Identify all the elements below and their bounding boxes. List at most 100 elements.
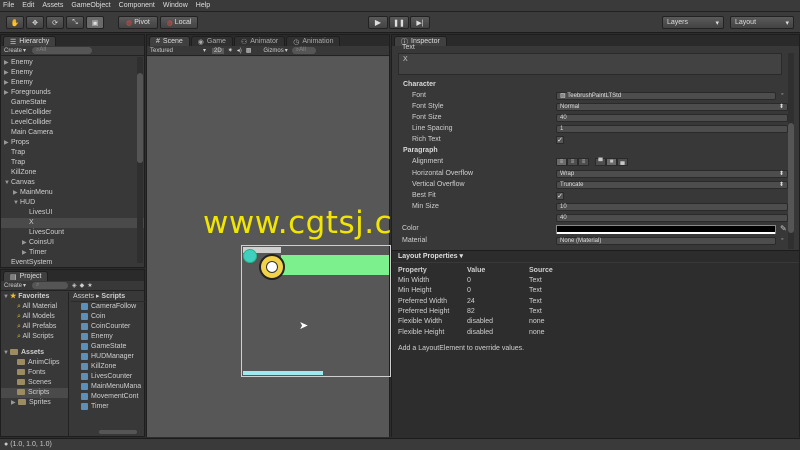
align-center-icon[interactable]: ≡: [567, 158, 578, 166]
pivot-toggle[interactable]: ◍ Pivot: [118, 16, 158, 29]
hierarchy-item[interactable]: ▶ Foregrounds: [1, 88, 144, 98]
hierarchy-item[interactable]: X: [1, 218, 144, 228]
menu-file[interactable]: File: [3, 2, 14, 9]
hierarchy-item[interactable]: GameState: [1, 98, 144, 108]
lighting-icon[interactable]: ✷: [228, 47, 233, 54]
hierarchy-item[interactable]: ▼Canvas: [1, 178, 144, 188]
hierarchy-scroll-thumb[interactable]: [137, 73, 143, 163]
hand-tool-button[interactable]: ✋: [6, 16, 24, 29]
menu-component[interactable]: Component: [119, 2, 155, 9]
play-button[interactable]: ▶: [368, 16, 388, 29]
project-search-input[interactable]: ⌕: [32, 282, 69, 289]
mode-2d-toggle[interactable]: 2D: [212, 47, 224, 54]
text-value-area[interactable]: X: [398, 53, 782, 75]
hierarchy-item[interactable]: Trap: [1, 158, 144, 168]
folder-item[interactable]: Scripts: [1, 388, 68, 398]
layout-properties-header[interactable]: Layout Properties ▾: [392, 250, 799, 262]
local-toggle[interactable]: ◍ Local: [160, 16, 198, 29]
script-item[interactable]: CameraFollow: [71, 302, 145, 312]
script-item[interactable]: LivesCounter: [71, 372, 145, 382]
breadcrumb-assets[interactable]: Assets: [73, 293, 94, 300]
hierarchy-item[interactable]: LivesCount: [1, 228, 144, 238]
hierarchy-item[interactable]: LivesUI: [1, 208, 144, 218]
inspector-scroll-thumb[interactable]: [788, 123, 794, 233]
favorite-item[interactable]: ⌕ All Scripts: [1, 332, 68, 342]
hierarchy-item[interactable]: KillZone: [1, 168, 144, 178]
font-size-field[interactable]: 40: [556, 114, 788, 122]
effects-icon[interactable]: ▩: [246, 47, 252, 54]
hierarchy-item[interactable]: Main Camera: [1, 128, 144, 138]
script-item[interactable]: MainMenuMana: [71, 382, 145, 392]
best-fit-checkbox[interactable]: ✓: [556, 192, 564, 200]
hierarchy-item[interactable]: ▶ MainMenu: [1, 188, 144, 198]
align-left-icon[interactable]: ≡: [556, 158, 567, 166]
object-picker-icon[interactable]: ◦: [781, 236, 783, 243]
menu-window[interactable]: Window: [163, 2, 188, 9]
hierarchy-item[interactable]: ▼HUD: [1, 198, 144, 208]
menu-gameobject[interactable]: GameObject: [71, 2, 110, 9]
rotate-tool-button[interactable]: ⟳: [46, 16, 64, 29]
hierarchy-item[interactable]: EventSystem: [1, 258, 144, 268]
rect-tool-button[interactable]: ▣: [86, 16, 104, 29]
favorite-item[interactable]: ⌕ All Prefabs: [1, 322, 68, 332]
folder-item[interactable]: ▶ Sprites: [1, 398, 68, 408]
menu-edit[interactable]: Edit: [22, 2, 34, 9]
hierarchy-item[interactable]: ▶ Timer: [1, 248, 144, 258]
status-bar[interactable]: ● (1.0, 1.0, 1.0): [0, 438, 800, 450]
tab-scene[interactable]: # Scene: [149, 36, 190, 46]
script-item[interactable]: Coin: [71, 312, 145, 322]
script-item[interactable]: CoinCounter: [71, 322, 145, 332]
hierarchy-item[interactable]: LevelCollider: [1, 108, 144, 118]
filter-label-icon[interactable]: ◆: [80, 282, 85, 289]
shading-mode-dropdown[interactable]: Textured: [150, 48, 173, 54]
font-style-dropdown[interactable]: Normal ⬍: [556, 103, 788, 111]
folder-item[interactable]: Fonts: [1, 368, 68, 378]
hierarchy-search-input[interactable]: ⌕All: [32, 47, 93, 54]
max-size-field[interactable]: 40: [556, 214, 788, 222]
menu-assets[interactable]: Assets: [42, 2, 63, 9]
scene-viewport[interactable]: ➤ www.cgtsj.com: [147, 57, 442, 437]
script-item[interactable]: Timer: [71, 402, 145, 412]
menu-help[interactable]: Help: [196, 2, 210, 9]
object-picker-icon[interactable]: ◦: [781, 91, 783, 98]
tab-animation[interactable]: ◷ Animation: [286, 36, 341, 46]
color-swatch[interactable]: [556, 225, 776, 234]
align-middle-icon[interactable]: ■: [606, 158, 617, 166]
favorite-item[interactable]: ⌕ All Models: [1, 312, 68, 322]
assets-header[interactable]: ▼ Assets: [1, 348, 68, 358]
hierarchy-item[interactable]: ▶ CoinsUI: [1, 238, 144, 248]
font-field[interactable]: ▨ TeebrushPaintLTStd: [556, 92, 776, 100]
zoom-slider[interactable]: [99, 430, 137, 434]
favorite-item[interactable]: ⌕ All Material: [1, 302, 68, 312]
breadcrumb-scripts[interactable]: Scripts: [101, 293, 125, 300]
hierarchy-item[interactable]: ▶ Props: [1, 138, 144, 148]
layout-dropdown[interactable]: Layout ▾: [730, 16, 794, 29]
align-bottom-icon[interactable]: ▄: [617, 158, 628, 166]
tab-project[interactable]: ▤ Project: [3, 271, 49, 281]
folder-item[interactable]: Scenes: [1, 378, 68, 388]
hierarchy-item[interactable]: ▶ Enemy: [1, 58, 144, 68]
align-top-icon[interactable]: ▀: [595, 158, 606, 166]
eyedropper-icon[interactable]: ✎: [780, 224, 787, 233]
move-tool-button[interactable]: ✥: [26, 16, 44, 29]
favorites-header[interactable]: ▼★ Favorites: [1, 292, 68, 302]
hierarchy-item[interactable]: LevelCollider: [1, 118, 144, 128]
layers-dropdown[interactable]: Layers ▾: [662, 16, 724, 29]
script-item[interactable]: MovementCont: [71, 392, 145, 402]
v-overflow-dropdown[interactable]: Truncate ⬍: [556, 181, 788, 189]
script-item[interactable]: KillZone: [71, 362, 145, 372]
line-spacing-field[interactable]: 1: [556, 125, 788, 133]
script-item[interactable]: Enemy: [71, 332, 145, 342]
hierarchy-item[interactable]: ▶ Enemy: [1, 78, 144, 88]
align-right-icon[interactable]: ≡: [578, 158, 589, 166]
inspector-scrollbar[interactable]: [788, 53, 794, 249]
hierarchy-scrollbar[interactable]: [137, 57, 143, 263]
h-overflow-dropdown[interactable]: Wrap ⬍: [556, 170, 788, 178]
scale-tool-button[interactable]: ⤡: [66, 16, 84, 29]
tab-game[interactable]: ◉ Game: [190, 36, 233, 46]
filter-type-icon[interactable]: ◈: [72, 282, 77, 289]
script-item[interactable]: HUDManager: [71, 352, 145, 362]
project-create-dropdown[interactable]: Create: [4, 283, 22, 289]
create-dropdown[interactable]: Create: [4, 48, 22, 54]
hierarchy-item[interactable]: Trap: [1, 148, 144, 158]
